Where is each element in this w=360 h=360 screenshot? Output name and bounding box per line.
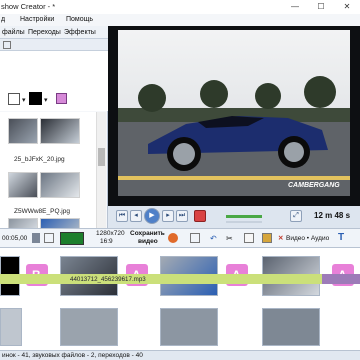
delete-icon[interactable]: ✕ xyxy=(278,234,283,242)
thumbnail-image[interactable] xyxy=(40,172,80,198)
menu-bar: д Настройки Помощь xyxy=(0,14,360,26)
color-swatch-white[interactable] xyxy=(8,93,20,105)
slide-duration[interactable]: 00:05,00 xyxy=(2,235,27,242)
volume-slider[interactable] xyxy=(226,215,262,218)
step-back-icon[interactable]: ◂ xyxy=(130,210,142,222)
main-toolbar: 00:05,00 1280x720 16:9 Сохранить видео ↶… xyxy=(0,228,360,248)
panel-toolbar xyxy=(0,39,108,51)
thumbnail-image[interactable] xyxy=(40,118,80,144)
text-icon[interactable]: T xyxy=(338,232,344,243)
menu-item-file[interactable]: д xyxy=(1,16,5,23)
chevron-down-icon[interactable]: ▾ xyxy=(44,96,48,104)
panel-tabs: файлы Переходы Эффекты xyxy=(0,26,108,39)
window-title: show Creator - * xyxy=(1,2,56,11)
left-panel: файлы Переходы Эффекты ▾ ▾ 25_bJFxK_20.j… xyxy=(0,26,108,232)
color-toolbar: ▾ ▾ xyxy=(0,51,108,111)
color-swatch-black[interactable] xyxy=(29,92,42,105)
timeline-slide[interactable] xyxy=(262,308,320,346)
audio-track[interactable]: 44013712_456239617.mp3 xyxy=(0,274,360,284)
save-video-button[interactable]: Сохранить xyxy=(130,230,165,237)
fullscreen-icon[interactable]: ⤢ xyxy=(290,210,302,222)
watermark-text: CAMBERGANG xyxy=(288,182,340,189)
timeline-slide[interactable] xyxy=(0,308,22,346)
tab-files[interactable]: файлы xyxy=(2,29,25,36)
maximize-button[interactable]: ☐ xyxy=(308,1,334,13)
menu-item-help[interactable]: Помощь xyxy=(66,16,93,23)
frame-icon[interactable] xyxy=(44,233,54,243)
seek-bar[interactable] xyxy=(226,221,262,223)
timeline: B A A A xyxy=(0,248,360,352)
thumbnail-scrollbar[interactable] xyxy=(96,112,106,232)
image-icon[interactable] xyxy=(190,233,200,243)
status-bar: инок - 41, звуковых файлов - 2, переходо… xyxy=(0,350,360,360)
timeline-slide[interactable] xyxy=(160,308,218,346)
rewind-start-icon[interactable]: ⏮ xyxy=(116,210,128,222)
scissors-icon[interactable] xyxy=(32,233,40,243)
close-button[interactable]: ✕ xyxy=(334,1,360,13)
tab-effects[interactable]: Эффекты xyxy=(64,29,96,36)
undo-icon[interactable]: ↶ xyxy=(210,234,217,243)
tab-transitions[interactable]: Переходы xyxy=(28,29,61,36)
folder-icon[interactable] xyxy=(3,41,11,49)
file-name: 25_bJFxK_20.jpg xyxy=(14,156,65,163)
record-icon[interactable] xyxy=(168,233,178,243)
crop-icon[interactable] xyxy=(60,232,84,245)
paste-icon[interactable] xyxy=(262,233,272,243)
stop-icon[interactable] xyxy=(194,210,206,222)
minimize-button[interactable]: — xyxy=(282,1,308,13)
book-icon[interactable] xyxy=(56,93,67,104)
audio-track-name: 44013712_456239617.mp3 xyxy=(70,276,146,283)
chevron-down-icon[interactable]: ▾ xyxy=(22,96,26,104)
forward-end-icon[interactable]: ⏭ xyxy=(176,210,188,222)
cut-icon[interactable]: ✂ xyxy=(226,234,233,243)
timeline-slide[interactable] xyxy=(60,308,118,346)
aspect-ratio-label: 16:9 xyxy=(100,238,113,245)
resolution-label: 1280x720 xyxy=(96,230,125,237)
save-video-button-sub[interactable]: видео xyxy=(138,238,158,245)
step-forward-icon[interactable]: ▸ xyxy=(162,210,174,222)
thumbnail-image[interactable] xyxy=(8,172,38,198)
thumbnail-image[interactable] xyxy=(8,118,38,144)
scrollbar-thumb[interactable] xyxy=(98,148,105,166)
copy-icon[interactable] xyxy=(244,233,254,243)
title-bar: show Creator - * — ☐ ✕ xyxy=(0,0,360,14)
preview-image xyxy=(118,30,350,196)
audio-track-secondary[interactable] xyxy=(322,274,360,284)
video-preview: CAMBERGANG xyxy=(108,26,360,206)
file-name: Z5WWw8E_PQ.jpg xyxy=(14,208,70,215)
video-audio-toggle[interactable]: Видео • Аудио xyxy=(286,235,329,242)
menu-item-settings[interactable]: Настройки xyxy=(20,16,54,23)
total-duration: 12 m 48 s xyxy=(314,211,351,220)
file-thumbnails: 25_bJFxK_20.jpg Z5WWw8E_PQ.jpg xyxy=(0,112,96,232)
status-text: инок - 41, звуковых файлов - 2, переходо… xyxy=(2,352,143,359)
play-icon[interactable]: ▶ xyxy=(144,208,160,224)
